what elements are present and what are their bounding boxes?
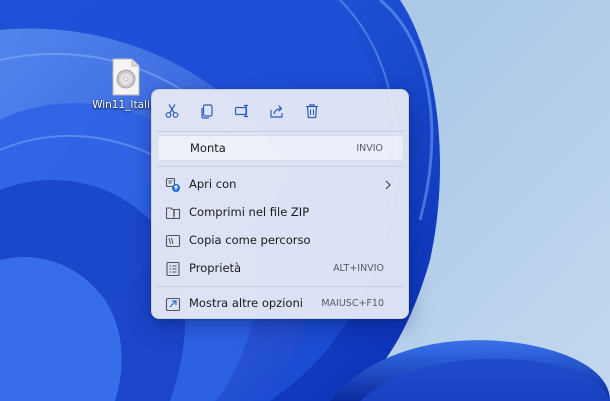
copy-button[interactable] (195, 99, 219, 123)
menu-separator (156, 131, 404, 132)
rename-icon (234, 104, 248, 118)
context-menu: Monta INVIO Apri con Comprimi nel file Z… (151, 89, 409, 319)
cut-icon (165, 104, 179, 118)
menu-item-shortcut: ALT+INVIO (333, 263, 384, 274)
menu-item-label: Comprimi nel file ZIP (189, 205, 310, 219)
menu-separator (156, 286, 404, 287)
menu-item-mount[interactable]: Monta INVIO (157, 135, 404, 161)
menu-item-open-with[interactable]: Apri con (157, 172, 404, 198)
menu-item-compress-zip[interactable]: Comprimi nel file ZIP (157, 200, 404, 226)
delete-button[interactable] (300, 99, 324, 123)
share-icon (270, 105, 283, 118)
open-with-icon (165, 177, 180, 192)
menu-item-copy-as-path[interactable]: Copia come percorso (157, 228, 404, 254)
menu-item-shortcut: MAIUSC+F10 (321, 298, 384, 309)
delete-icon (306, 104, 318, 119)
menu-item-label: Apri con (189, 177, 237, 191)
desktop: Win11_Itali... Monta INVIO Apri con Comp… (0, 0, 610, 401)
copy-icon (201, 104, 213, 119)
zip-folder-icon (165, 207, 181, 220)
copy-path-icon (165, 234, 181, 248)
rename-button[interactable] (230, 99, 254, 123)
menu-item-label: Mostra altre opzioni (189, 296, 303, 310)
menu-item-label: Proprietà (189, 261, 242, 275)
disc-image-icon (112, 58, 140, 96)
share-button[interactable] (265, 99, 289, 123)
menu-item-shortcut: INVIO (356, 143, 383, 154)
menu-item-properties[interactable]: Proprietà ALT+INVIO (157, 256, 404, 282)
cut-button[interactable] (160, 99, 184, 123)
menu-item-show-more-options[interactable]: Mostra altre opzioni MAIUSC+F10 (157, 291, 404, 317)
chevron-right-icon (385, 180, 391, 190)
context-menu-toolbar (152, 90, 408, 130)
properties-icon (166, 261, 180, 277)
more-options-icon (165, 297, 181, 312)
menu-separator (156, 166, 404, 167)
menu-item-label: Copia come percorso (189, 233, 311, 247)
menu-item-label: Monta (190, 141, 226, 155)
